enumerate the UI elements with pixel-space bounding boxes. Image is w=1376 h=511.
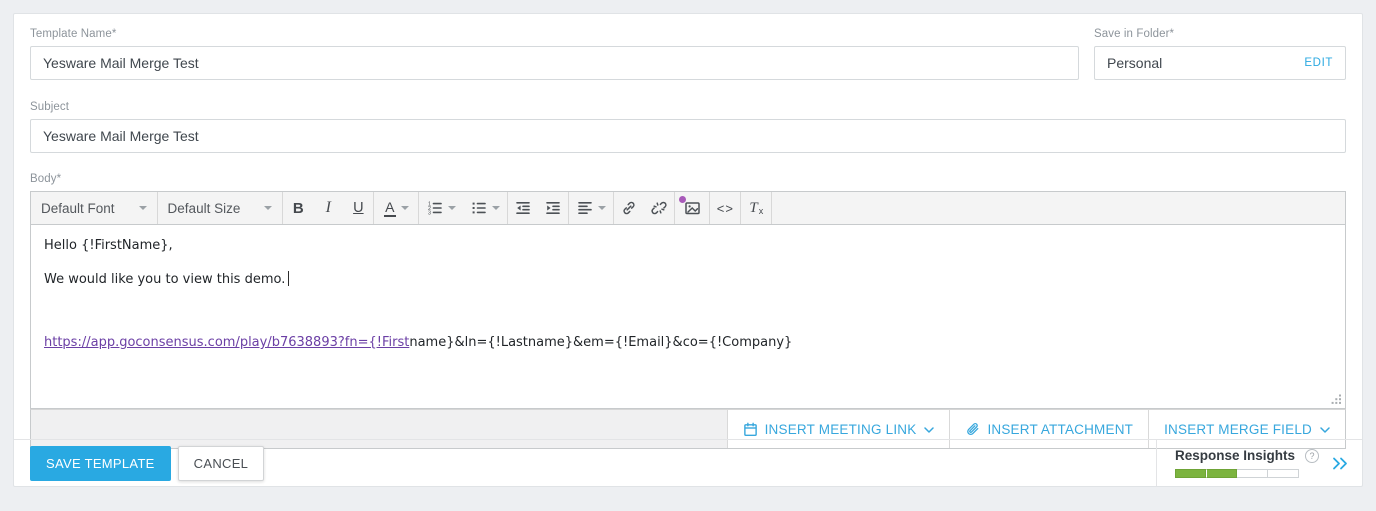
bold-icon: B (292, 199, 304, 217)
template-name-label: Template Name* (30, 28, 117, 40)
help-icon[interactable]: ? (1305, 448, 1319, 463)
font-color-icon: A (384, 198, 396, 217)
align-button[interactable] (569, 192, 613, 224)
chevron-down-icon (491, 206, 500, 210)
paperclip-icon (967, 422, 979, 435)
insert-attachment-label: INSERT ATTACHMENT (987, 421, 1134, 437)
folder-edit-link[interactable]: EDIT (1304, 57, 1333, 69)
chevron-down-icon (264, 206, 273, 210)
template-name-input[interactable]: Yesware Mail Merge Test (30, 46, 1079, 80)
merge-url-plain-text: name}&ln={!Lastname}&em={!Email}&co={!Co… (409, 335, 793, 350)
subject-label: Subject (30, 101, 70, 113)
bold-button[interactable]: B (283, 192, 313, 224)
subject-value: Yesware Mail Merge Test (43, 128, 199, 144)
insight-segment (1267, 469, 1299, 478)
underline-icon: U (353, 200, 364, 216)
clear-formatting-button[interactable]: T x (741, 192, 771, 224)
cancel-button[interactable]: CANCEL (177, 445, 265, 481)
double-chevron-right-icon (1333, 457, 1347, 469)
insert-merge-field-label: INSERT MERGE FIELD (1164, 421, 1312, 437)
editor-footer: SAVE TEMPLATE CANCEL Response Insights ? (14, 439, 1362, 486)
clear-formatting-icon-sub: x (758, 206, 764, 216)
resize-grip-icon[interactable] (1331, 394, 1342, 405)
italic-button[interactable]: I (313, 192, 343, 224)
align-left-icon (578, 201, 592, 214)
save-template-button[interactable]: SAVE TEMPLATE (30, 445, 171, 481)
template-editor-card: Template Name* Yesware Mail Merge Test S… (13, 13, 1363, 487)
expand-insights-button[interactable] (1332, 456, 1349, 471)
code-icon: <> (716, 200, 734, 216)
text-cursor (288, 271, 290, 286)
font-size-dropdown[interactable]: Default Size (158, 201, 283, 216)
font-family-dropdown[interactable]: Default Font (31, 201, 157, 216)
rich-text-toolbar: Default Font Default Size B I U A 1 2 3 … (30, 191, 1346, 225)
chevron-down-icon (597, 206, 606, 210)
chevron-down-icon (924, 426, 935, 433)
code-view-button[interactable]: <> (710, 192, 740, 224)
outdent-icon (516, 201, 531, 214)
font-family-value: Default Font (41, 200, 115, 216)
chevron-down-icon (1320, 426, 1330, 433)
insight-segment (1174, 469, 1206, 478)
indent-icon (546, 201, 561, 214)
chevron-down-icon (447, 206, 456, 210)
link-icon (623, 201, 635, 215)
subject-input[interactable]: Yesware Mail Merge Test (30, 119, 1346, 153)
italic-icon: I (325, 199, 331, 216)
body-label: Body* (30, 173, 62, 185)
body-line2: We would like you to view this demo. (44, 271, 1332, 288)
svg-text:3: 3 (428, 210, 431, 216)
body-editor[interactable]: Hello {!FirstName}, We would like you to… (30, 225, 1346, 409)
insert-meeting-link-label: INSERT MEETING LINK (764, 421, 917, 437)
folder-value: Personal (1107, 55, 1163, 71)
unlink-icon (651, 201, 667, 215)
insight-segment (1205, 469, 1237, 478)
body-link-line: https://app.goconsensus.com/play/b763889… (44, 334, 1332, 351)
response-insights-title: Response Insights (1174, 448, 1295, 463)
ordered-list-button[interactable]: 1 2 3 (419, 192, 463, 224)
merge-url-link[interactable]: https://app.goconsensus.com/play/b763889… (44, 335, 409, 350)
insights-progress (1174, 469, 1319, 478)
body-greeting-line: Hello {!FirstName}, (44, 238, 173, 253)
underline-button[interactable]: U (343, 192, 373, 224)
insert-image-button[interactable] (675, 192, 709, 224)
clear-formatting-icon: T (749, 199, 758, 216)
outdent-button[interactable] (508, 192, 538, 224)
unordered-list-button[interactable] (463, 192, 507, 224)
indent-button[interactable] (538, 192, 568, 224)
insight-segment (1236, 469, 1268, 478)
folder-label: Save in Folder* (1094, 28, 1175, 40)
response-insights-panel: Response Insights ? (1155, 440, 1362, 486)
image-icon (685, 202, 700, 215)
chevron-down-icon (138, 206, 147, 210)
calendar-icon (743, 422, 757, 436)
ordered-list-icon: 1 2 3 (428, 202, 442, 216)
font-color-button[interactable]: A (374, 192, 418, 224)
insert-link-button[interactable] (614, 192, 644, 224)
unordered-list-icon (472, 202, 486, 214)
template-name-value: Yesware Mail Merge Test (43, 55, 199, 71)
remove-link-button[interactable] (644, 192, 674, 224)
font-size-value: Default Size (167, 200, 241, 216)
template-form: Template Name* Yesware Mail Merge Test S… (14, 14, 1362, 449)
folder-display: Personal EDIT (1094, 46, 1346, 80)
chevron-down-icon (400, 206, 409, 210)
